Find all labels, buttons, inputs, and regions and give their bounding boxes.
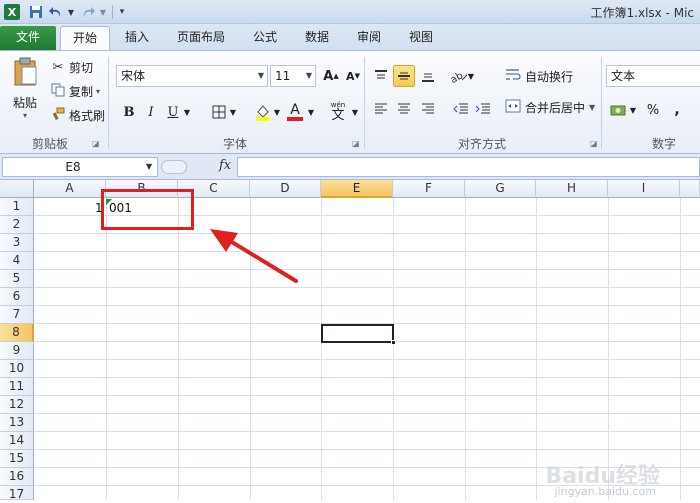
align-left-icon[interactable] bbox=[370, 98, 392, 120]
merge-center-label: 合并后居中 bbox=[525, 101, 586, 115]
italic-icon[interactable]: I bbox=[140, 101, 162, 123]
borders-icon[interactable] bbox=[208, 101, 230, 123]
group-separator bbox=[601, 57, 602, 149]
bold-icon[interactable]: B bbox=[118, 101, 140, 123]
underline-icon[interactable]: U bbox=[162, 101, 184, 123]
save-icon[interactable] bbox=[28, 3, 44, 21]
svg-text:ab: ab bbox=[450, 70, 465, 83]
undo-dropdown-icon[interactable]: ▼ bbox=[66, 3, 76, 21]
phonetic-dropdown-icon[interactable]: ▼ bbox=[350, 101, 360, 123]
undo-icon[interactable] bbox=[48, 3, 64, 21]
font-color-dropdown-icon[interactable]: ▼ bbox=[306, 101, 316, 123]
align-top-icon[interactable] bbox=[370, 65, 392, 87]
tab-page-layout[interactable]: 页面布局 bbox=[168, 26, 234, 50]
insert-function-icon[interactable]: fx bbox=[219, 158, 231, 173]
window-title: 工作簿1.xlsx - Mic bbox=[590, 6, 694, 20]
redo-icon[interactable] bbox=[80, 3, 96, 21]
merge-center-button[interactable]: 合并后居中 ▼ bbox=[504, 99, 595, 116]
font-color-icon[interactable]: A bbox=[284, 101, 306, 123]
redo-dropdown-icon[interactable]: ▼ bbox=[98, 3, 108, 21]
clipboard-launcher-icon[interactable]: ◪ bbox=[92, 139, 100, 148]
cut-button[interactable]: ✂ 剪切 bbox=[50, 59, 93, 76]
format-painter-icon bbox=[50, 107, 66, 124]
font-name-combo[interactable]: 宋体 ▼ bbox=[116, 65, 268, 87]
decrease-indent-icon[interactable] bbox=[450, 98, 472, 120]
tab-file[interactable]: 文件 bbox=[0, 26, 56, 50]
percent-style-icon[interactable]: % bbox=[642, 99, 664, 121]
underline-dropdown-icon[interactable]: ▼ bbox=[182, 101, 192, 123]
font-size-value: 11 bbox=[275, 69, 291, 83]
tab-home[interactable]: 开始 bbox=[60, 26, 110, 50]
grow-font-icon[interactable]: A ▲ bbox=[320, 65, 342, 87]
wrap-text-label: 自动换行 bbox=[525, 70, 574, 84]
font-name-value: 宋体 bbox=[121, 69, 146, 83]
number-format-value: 文本 bbox=[611, 69, 636, 83]
fill-color-icon[interactable] bbox=[252, 101, 274, 123]
copy-button[interactable]: 复制 ▾ bbox=[50, 83, 100, 100]
paste-icon bbox=[12, 57, 38, 90]
font-launcher-icon[interactable]: ◪ bbox=[352, 139, 360, 148]
wrap-text-button[interactable]: 自动换行 bbox=[504, 68, 573, 85]
align-right-icon[interactable] bbox=[417, 98, 439, 120]
alignment-launcher-icon[interactable]: ◪ bbox=[590, 139, 598, 148]
copy-label: 复制 bbox=[69, 85, 94, 99]
ribbon-tab-bar: 文件 开始 插入 页面布局 公式 数据 审阅 视图 bbox=[0, 24, 700, 50]
worksheet-grid[interactable]: A B C D E F G H I 1 2 3 4 5 6 7 8 9 10 1… bbox=[0, 180, 700, 501]
borders-dropdown-icon[interactable]: ▼ bbox=[228, 101, 238, 123]
tab-data[interactable]: 数据 bbox=[292, 26, 342, 50]
merge-center-dropdown-icon: ▼ bbox=[589, 103, 596, 112]
name-box-dropdown-icon[interactable]: ▼ bbox=[146, 162, 152, 171]
name-box[interactable]: E8 bbox=[2, 157, 158, 177]
excel-app-icon[interactable]: X bbox=[4, 4, 20, 20]
quick-access-separator bbox=[112, 5, 113, 19]
formula-input[interactable] bbox=[237, 157, 700, 177]
tab-insert[interactable]: 插入 bbox=[112, 26, 162, 50]
font-size-dropdown-icon: ▼ bbox=[305, 71, 312, 80]
group-separator bbox=[108, 57, 109, 149]
scissors-icon: ✂ bbox=[52, 60, 64, 75]
baidu-watermark-url: jingyan.baidu.com bbox=[554, 485, 656, 498]
font-group-label: 字体 bbox=[222, 137, 247, 151]
wrap-text-icon bbox=[504, 68, 522, 85]
accounting-dropdown-icon[interactable]: ▼ bbox=[628, 99, 638, 121]
ribbon-home: 粘贴 ▾ ✂ 剪切 复制 ▾ 格式刷 剪贴板 ◪ 宋体 ▼ 11 ▼ A ▲ A ▼… bbox=[0, 50, 700, 154]
tab-formulas[interactable]: 公式 bbox=[240, 26, 290, 50]
align-bottom-icon[interactable] bbox=[417, 65, 439, 87]
font-name-dropdown-icon: ▼ bbox=[257, 71, 264, 80]
format-painter-label: 格式刷 bbox=[69, 109, 106, 123]
merge-center-icon bbox=[504, 99, 522, 116]
tab-view[interactable]: 视图 bbox=[396, 26, 446, 50]
increase-indent-icon[interactable] bbox=[472, 98, 494, 120]
title-bar: X ▼ ▼ ▾ 工作簿1.xlsx - Mic bbox=[0, 0, 700, 24]
orientation-dropdown-icon[interactable]: ▼ bbox=[466, 65, 476, 87]
formula-bar: E8 ▼ fx bbox=[0, 154, 700, 180]
comma-style-icon[interactable]: , bbox=[666, 99, 688, 121]
font-size-combo[interactable]: 11 ▼ bbox=[270, 65, 316, 87]
copy-icon bbox=[50, 83, 66, 100]
shrink-font-icon[interactable]: A ▼ bbox=[342, 65, 364, 87]
clipboard-group-label: 剪贴板 bbox=[31, 137, 68, 151]
annotation-arrow-icon bbox=[210, 229, 298, 283]
tab-review[interactable]: 审阅 bbox=[344, 26, 394, 50]
align-center-icon[interactable] bbox=[393, 98, 415, 120]
group-separator bbox=[364, 57, 365, 149]
accounting-format-icon[interactable] bbox=[608, 99, 630, 121]
alignment-group-label: 对齐方式 bbox=[457, 137, 506, 151]
paste-button[interactable]: 粘贴 ▾ bbox=[8, 57, 42, 120]
fill-color-dropdown-icon[interactable]: ▼ bbox=[272, 101, 282, 123]
paste-label: 粘贴 bbox=[12, 96, 37, 110]
copy-dropdown-icon: ▾ bbox=[96, 87, 101, 96]
format-painter-button[interactable]: 格式刷 bbox=[50, 107, 105, 124]
number-group-label: 数字 bbox=[651, 137, 676, 151]
paste-dropdown-icon: ▾ bbox=[22, 111, 27, 120]
customize-quick-access-icon[interactable]: ▾ bbox=[116, 3, 128, 21]
cut-label: 剪切 bbox=[69, 61, 94, 75]
phonetic-guide-icon[interactable]: wén 文 bbox=[326, 99, 350, 125]
number-format-combo[interactable]: 文本 bbox=[606, 65, 700, 87]
align-middle-icon[interactable] bbox=[393, 65, 415, 87]
formula-bar-resize-handle[interactable] bbox=[161, 160, 187, 174]
